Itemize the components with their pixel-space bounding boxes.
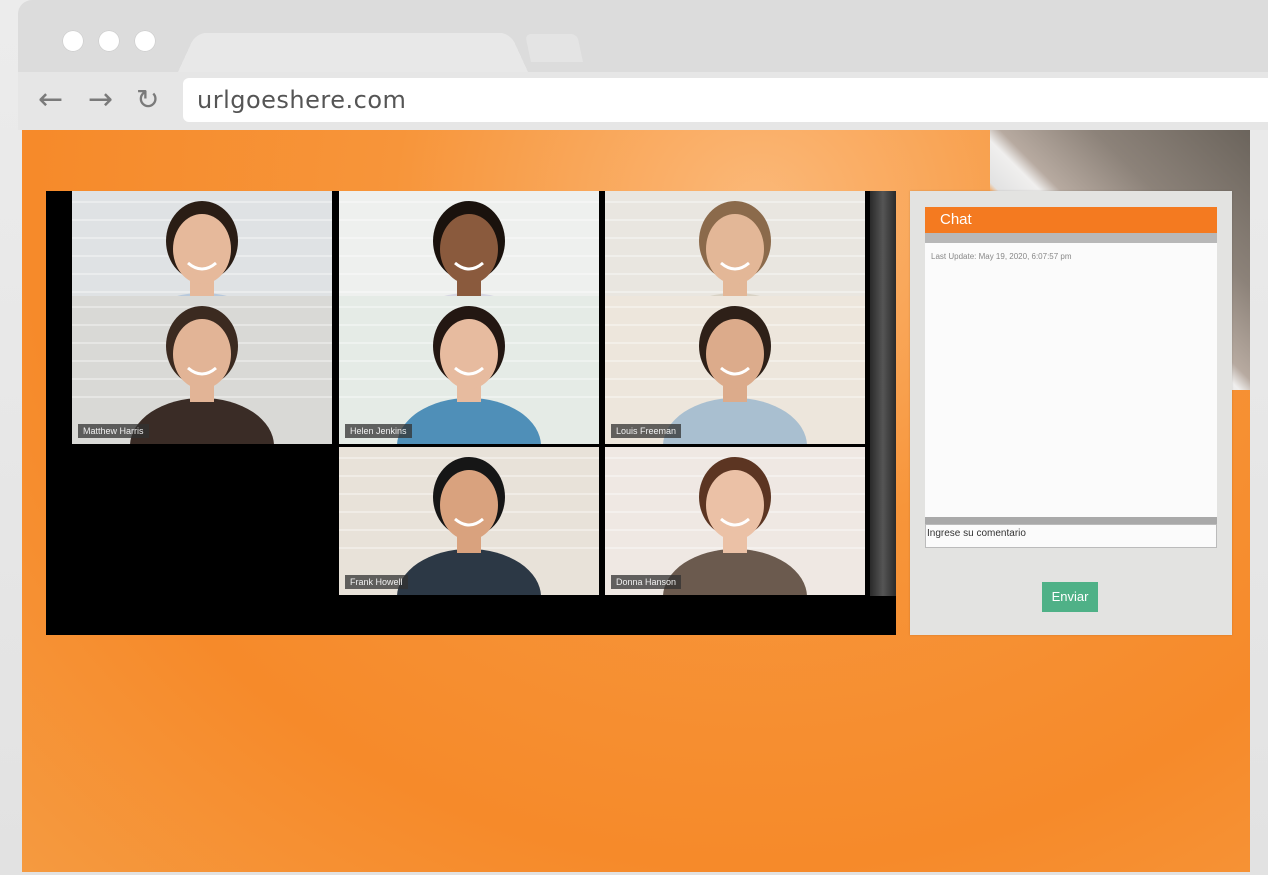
minimize-window-button[interactable] (98, 30, 120, 52)
participant-video (72, 296, 332, 444)
comment-input[interactable]: Ingrese su comentario (925, 524, 1217, 548)
participant-name: Donna Hanson (611, 575, 682, 589)
chat-title: Chat (940, 211, 972, 228)
participant-tile[interactable]: Frank Howell (339, 447, 599, 595)
video-grid: Rebecca WangBai LuTim JohnsonMatthew Har… (46, 191, 896, 635)
url-text[interactable]: urlgoeshere.com (197, 86, 406, 114)
new-tab-button[interactable] (525, 34, 583, 62)
send-button[interactable]: Enviar (1042, 582, 1098, 612)
participant-name: Helen Jenkins (345, 424, 412, 438)
arrow-right-icon[interactable]: → (88, 82, 113, 118)
chat-header: Chat (925, 207, 1217, 233)
participant-video (605, 296, 865, 444)
window-controls (62, 30, 156, 52)
participant-tile[interactable]: Donna Hanson (605, 447, 865, 595)
close-window-button[interactable] (62, 30, 84, 52)
participant-name: Frank Howell (345, 575, 408, 589)
participant-video (339, 296, 599, 444)
participant-video (339, 447, 599, 595)
browser-tab[interactable] (178, 32, 528, 72)
address-bar[interactable]: urlgoeshere.com (183, 78, 1268, 122)
comment-placeholder: Ingrese su comentario (927, 528, 1026, 539)
participant-video (605, 447, 865, 595)
chat-panel: Chat Last Update: May 19, 2020, 6:07:57 … (910, 191, 1232, 635)
participant-tile[interactable]: Matthew Harris (72, 296, 332, 444)
participant-tile[interactable]: Louis Freeman (605, 296, 865, 444)
reload-icon[interactable]: ↻ (136, 82, 159, 118)
participant-tile[interactable]: Helen Jenkins (339, 296, 599, 444)
participant-name: Louis Freeman (611, 424, 682, 438)
chat-messages: Last Update: May 19, 2020, 6:07:57 pm (925, 243, 1217, 517)
arrow-left-icon[interactable]: ← (38, 82, 63, 118)
video-scroll-strip[interactable] (870, 191, 896, 596)
last-update-text: Last Update: May 19, 2020, 6:07:57 pm (931, 252, 1072, 261)
chat-header-divider (925, 233, 1217, 243)
chat-input-divider (925, 517, 1217, 524)
title-bar (18, 0, 1268, 72)
maximize-window-button[interactable] (134, 30, 156, 52)
browser-window: ← → ↻ urlgoeshere.com Rebecca WangBai Lu… (0, 0, 1268, 875)
participant-name: Matthew Harris (78, 424, 149, 438)
browser-toolbar: ← → ↻ urlgoeshere.com (18, 72, 1268, 130)
